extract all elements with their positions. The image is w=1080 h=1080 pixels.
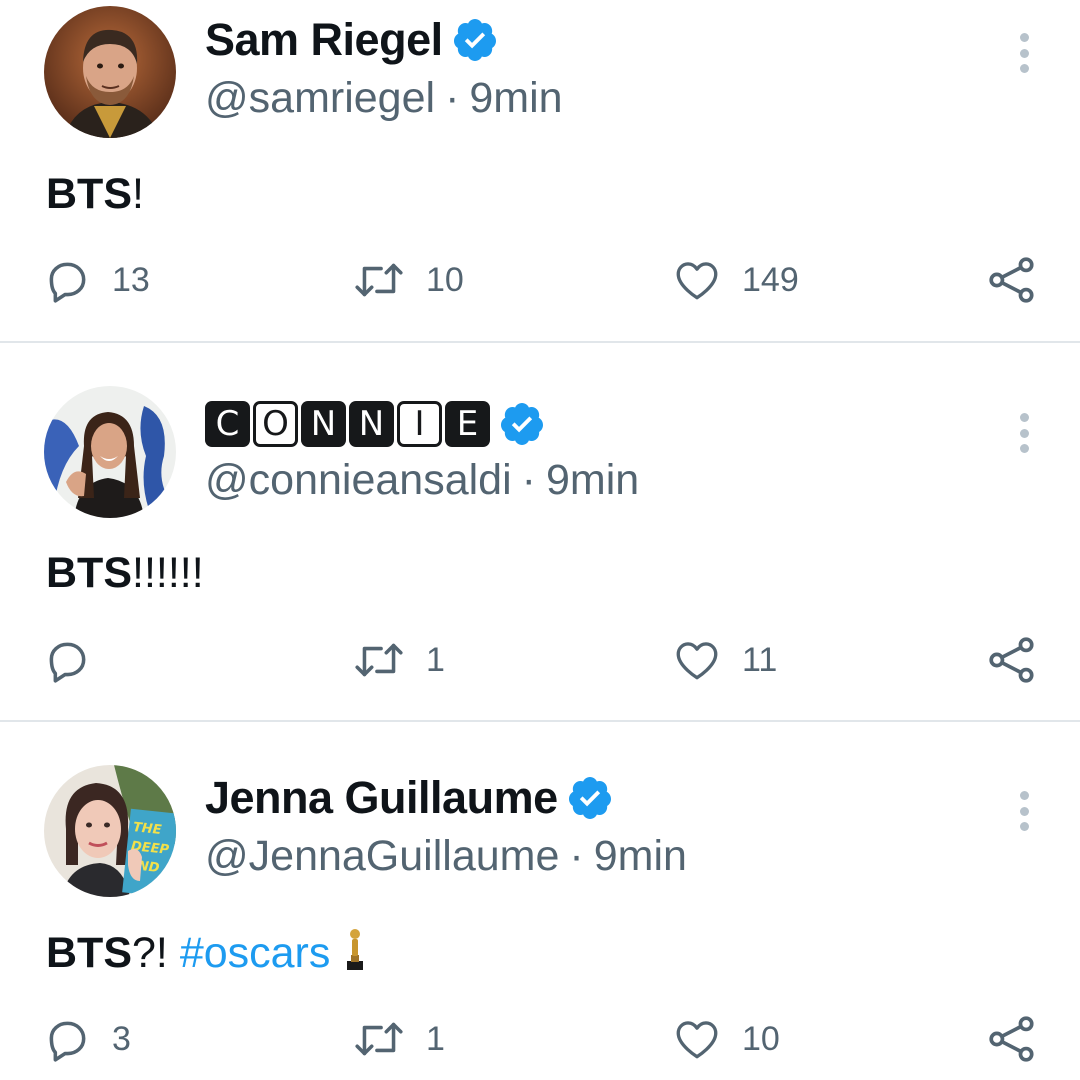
handle[interactable]: @JennaGuillaume xyxy=(205,832,559,880)
reply-button[interactable]: 13 xyxy=(42,250,150,310)
handle[interactable]: @connieansaldi xyxy=(205,456,512,504)
author-name-row: Jenna Guillaume xyxy=(205,770,614,826)
handle[interactable]: @samriegel xyxy=(205,74,435,122)
separator: · xyxy=(445,74,460,122)
reply-button[interactable] xyxy=(42,630,112,690)
tweet-text-bold: BTS xyxy=(46,549,132,597)
display-name-letter: E xyxy=(445,401,490,447)
like-count: 11 xyxy=(742,640,778,679)
tweet[interactable]: THE DEEP END Jenna Guillaume @JennaGuill… xyxy=(0,722,1080,1080)
tweet-feed: Sam Riegel @samriegel · 9min BTS! 13 10 14 xyxy=(0,0,1080,1080)
display-name[interactable]: Jenna Guillaume xyxy=(205,772,558,824)
tweet[interactable]: C O N N I E @connieansaldi · 9min BTS!!!!!… xyxy=(0,343,1080,720)
reply-icon xyxy=(49,1021,86,1062)
share-button[interactable] xyxy=(986,250,1038,310)
heart-icon xyxy=(676,642,718,680)
tweet-text: BTS! xyxy=(46,170,144,219)
hashtag-link[interactable]: #oscars xyxy=(180,929,331,977)
reply-icon xyxy=(49,262,86,303)
tweet-text-bold: BTS xyxy=(46,929,132,977)
display-name-letter: N xyxy=(301,401,346,447)
handle-row: @samriegel · 9min xyxy=(205,74,563,123)
tweet-text: BTS?! #oscars xyxy=(46,927,366,978)
retweet-icon xyxy=(355,263,403,297)
trophy-icon xyxy=(344,927,366,971)
reply-icon xyxy=(49,642,86,683)
retweet-count: 10 xyxy=(426,260,464,299)
handle-row: @JennaGuillaume · 9min xyxy=(205,832,687,881)
verified-badge-icon xyxy=(566,774,614,822)
reply-count: 13 xyxy=(112,260,150,299)
author-name-row: C O N N I E xyxy=(205,396,546,452)
retweet-icon xyxy=(355,643,403,677)
tweet-text-rest: !!!!!! xyxy=(132,549,204,597)
share-icon xyxy=(989,637,1034,683)
retweet-button[interactable]: 10 xyxy=(352,250,464,310)
separator: · xyxy=(569,832,584,880)
like-count: 10 xyxy=(742,1019,780,1058)
like-button[interactable]: 10 xyxy=(672,1009,780,1069)
tweet[interactable]: Sam Riegel @samriegel · 9min BTS! 13 10 14 xyxy=(0,0,1080,341)
retweet-count: 1 xyxy=(426,640,445,679)
like-count: 149 xyxy=(742,260,799,299)
retweet-button[interactable]: 1 xyxy=(352,1009,445,1069)
share-button[interactable] xyxy=(986,630,1038,690)
avatar[interactable]: THE DEEP END xyxy=(44,765,176,897)
heart-icon xyxy=(676,262,718,300)
display-name[interactable]: C O N N I E xyxy=(205,401,490,447)
reply-button[interactable]: 3 xyxy=(42,1009,131,1069)
heart-icon xyxy=(676,1021,718,1059)
like-button[interactable]: 149 xyxy=(672,250,799,310)
tweet-text-rest: ! xyxy=(132,170,144,218)
reply-count: 3 xyxy=(112,1019,131,1058)
action-bar: 3 1 10 xyxy=(0,1009,1080,1069)
verified-badge-icon xyxy=(451,16,499,64)
action-bar: 1 11 xyxy=(0,630,1080,690)
separator: · xyxy=(521,456,536,504)
tweet-text: BTS!!!!!! xyxy=(46,549,204,598)
display-name-letter: C xyxy=(205,401,250,447)
like-button[interactable]: 11 xyxy=(672,630,777,690)
author-name-row: Sam Riegel xyxy=(205,12,499,68)
more-options-icon[interactable] xyxy=(1010,413,1038,453)
timestamp[interactable]: 9min xyxy=(469,74,562,122)
display-name-letter: I xyxy=(397,401,442,447)
tweet-text-bold: BTS xyxy=(46,170,132,218)
share-button[interactable] xyxy=(986,1009,1038,1069)
retweet-icon xyxy=(355,1022,403,1056)
timestamp[interactable]: 9min xyxy=(594,832,687,880)
verified-badge-icon xyxy=(498,400,546,448)
timestamp[interactable]: 9min xyxy=(546,456,639,504)
handle-row: @connieansaldi · 9min xyxy=(205,456,639,505)
display-name-letter: N xyxy=(349,401,394,447)
svg-text:THE: THE xyxy=(132,820,162,838)
display-name-letter: O xyxy=(253,401,298,447)
avatar[interactable] xyxy=(44,386,176,518)
action-bar: 13 10 149 xyxy=(0,250,1080,310)
retweet-count: 1 xyxy=(426,1019,445,1058)
share-icon xyxy=(989,1016,1034,1062)
tweet-text-rest: ?! xyxy=(132,929,180,977)
more-options-icon[interactable] xyxy=(1010,791,1038,831)
retweet-button[interactable]: 1 xyxy=(352,630,445,690)
display-name[interactable]: Sam Riegel xyxy=(205,14,443,66)
avatar[interactable] xyxy=(44,6,176,138)
more-options-icon[interactable] xyxy=(1010,33,1038,73)
share-icon xyxy=(989,257,1034,303)
